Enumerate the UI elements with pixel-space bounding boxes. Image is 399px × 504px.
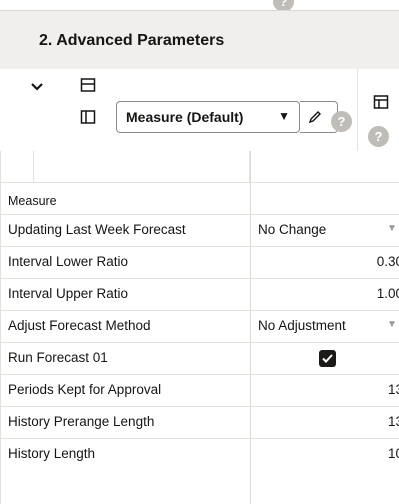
row-label: Updating Last Week Forecast (8, 222, 186, 237)
table-row[interactable]: Run Forecast 01 (0, 343, 399, 375)
table-row[interactable]: History Prerange Length 13 (0, 407, 399, 439)
row-label: Periods Kept for Approval (8, 382, 162, 397)
measure-select[interactable]: Measure (Default) ▼ (116, 101, 300, 133)
row-value-number[interactable]: 0.30 (377, 254, 399, 269)
table-row[interactable]: Interval Lower Ratio 0.30 (0, 247, 399, 279)
run-forecast-checkbox[interactable] (319, 350, 336, 367)
row-label: Adjust Forecast Method (8, 318, 151, 333)
row-header-label: Measure (8, 194, 57, 208)
row-value-dropdown[interactable]: No Adjustment (258, 318, 346, 333)
row-label: Run Forecast 01 (8, 350, 108, 365)
row-label: Interval Lower Ratio (8, 254, 129, 269)
help-icon-right[interactable]: ? (368, 126, 389, 147)
freeze-column-icon[interactable] (79, 108, 97, 126)
table-row[interactable]: Updating Last Week Forecast No Change ▼ (0, 215, 399, 247)
measure-select-value: Measure (Default) (126, 109, 244, 125)
row-label: Interval Upper Ratio (8, 286, 129, 301)
column-header-cell (33, 151, 250, 182)
collapse-chevron-icon[interactable] (28, 78, 46, 96)
panel-header[interactable]: 2. Advanced Parameters (0, 10, 399, 70)
caret-down-icon[interactable]: ▼ (387, 319, 397, 330)
row-value-number[interactable]: 13 (388, 382, 399, 397)
table-row[interactable]: Periods Kept for Approval 13 (0, 375, 399, 407)
help-icon-measure[interactable]: ? (331, 111, 352, 132)
row-label: History Length (8, 446, 96, 461)
caret-down-icon[interactable]: ▼ (387, 223, 397, 234)
caret-down-icon: ▼ (278, 109, 290, 123)
row-value-number[interactable]: 13 (388, 414, 399, 429)
freeze-header-icon[interactable] (79, 76, 97, 94)
toolbar-divider (357, 69, 358, 151)
panel-title: 2. Advanced Parameters (39, 32, 225, 49)
pin-view-icon[interactable] (372, 93, 390, 111)
table-row[interactable]: Adjust Forecast Method No Adjustment ▼ (0, 311, 399, 343)
row-header-measure: Measure (0, 183, 399, 215)
row-value-number[interactable]: 1.00 (377, 286, 399, 301)
table-row[interactable]: Interval Upper Ratio 1.00 (0, 279, 399, 311)
table-row[interactable]: History Length 10 (0, 439, 399, 471)
row-label: History Prerange Length (8, 414, 155, 429)
column-header-row (0, 151, 399, 182)
row-value-dropdown[interactable]: No Change (258, 222, 326, 237)
row-value-number[interactable]: 10 (388, 446, 399, 461)
pencil-icon (306, 108, 324, 126)
